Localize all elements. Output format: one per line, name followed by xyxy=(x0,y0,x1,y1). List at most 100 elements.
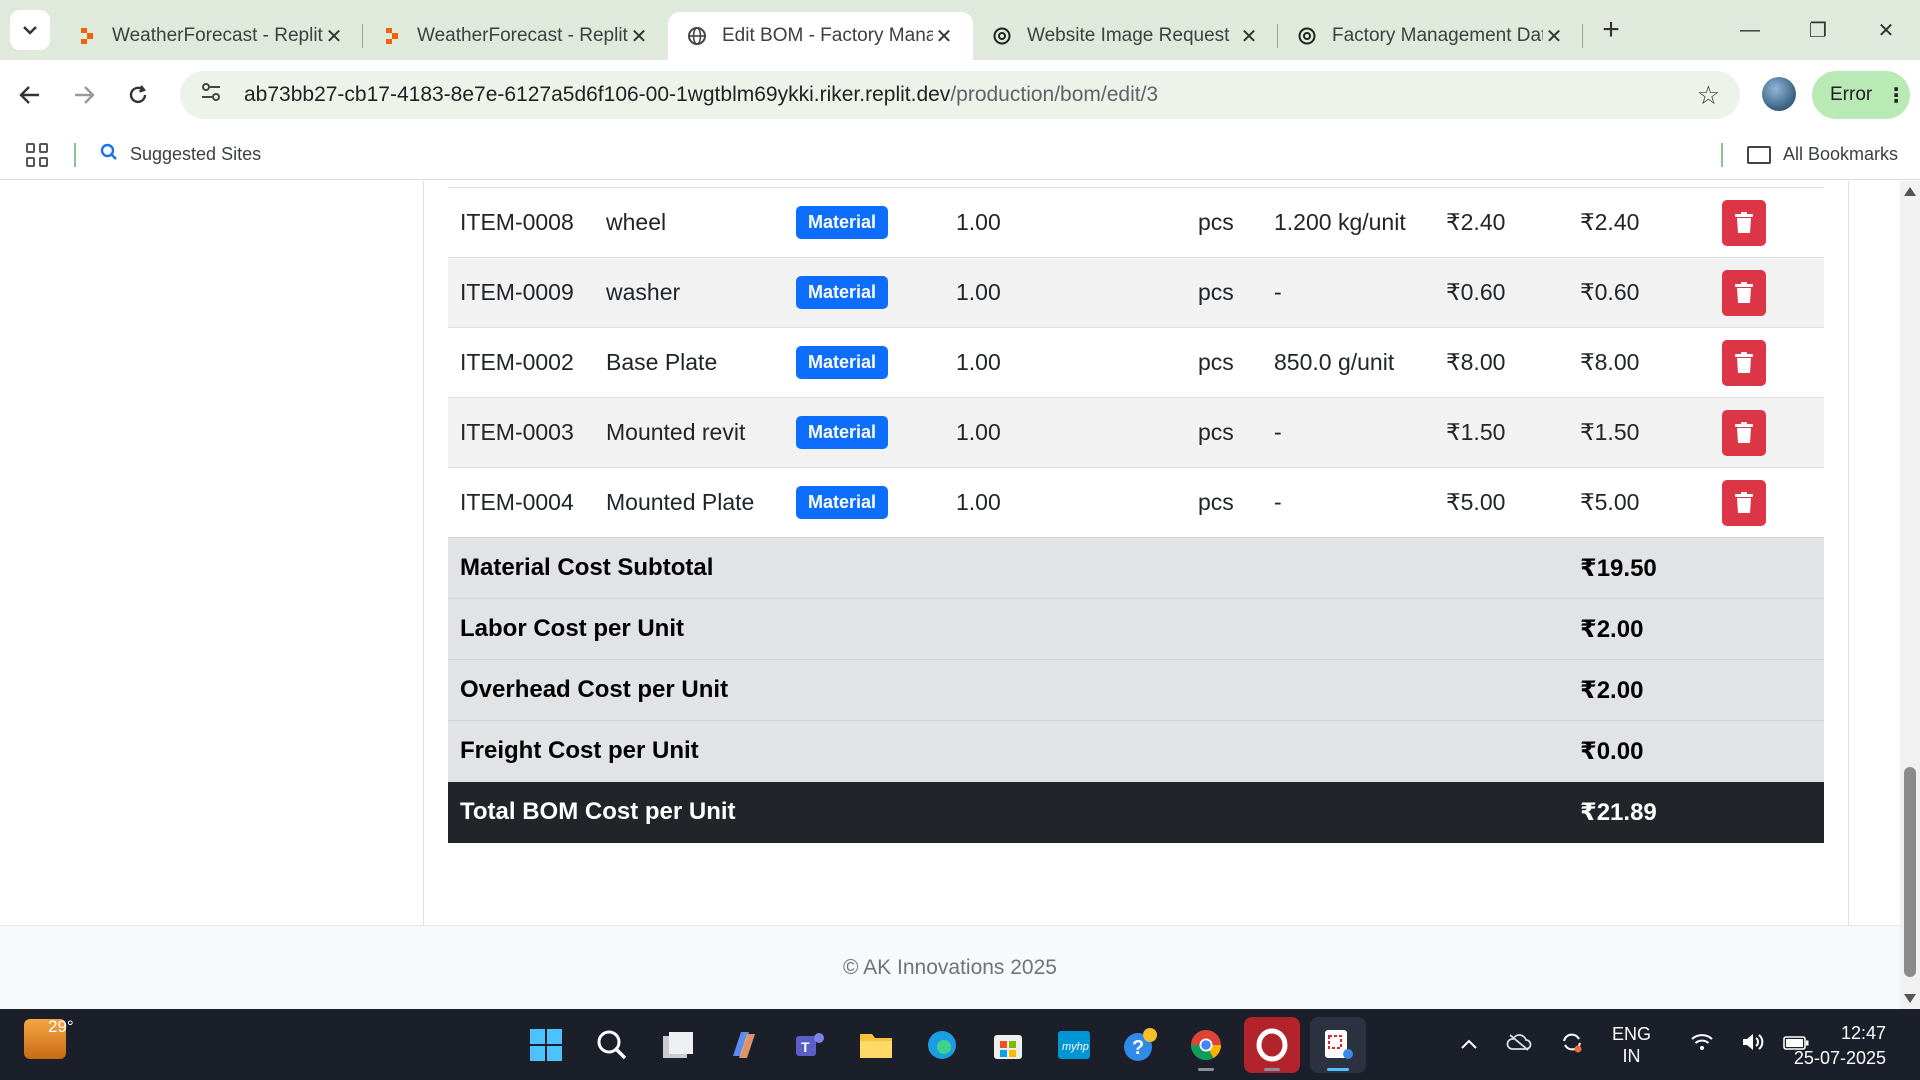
delete-item-button[interactable] xyxy=(1722,199,1766,246)
chrome-app[interactable] xyxy=(1178,1017,1234,1073)
copyright-text: © AK Innovations 2025 xyxy=(843,955,1057,979)
taskbar-search-button[interactable] xyxy=(584,1017,640,1073)
volume-icon[interactable] xyxy=(1741,1032,1765,1057)
new-tab-button[interactable]: + xyxy=(1591,10,1631,50)
url-path: /production/bom/edit/3 xyxy=(950,83,1159,106)
minimize-button[interactable]: — xyxy=(1716,0,1784,60)
item-qty-cell: 1.00 xyxy=(944,257,1186,328)
windows-icon xyxy=(530,1029,562,1061)
restore-button[interactable]: ❐ xyxy=(1784,0,1852,60)
item-unit-cost-cell: ₹1.50 xyxy=(1434,397,1568,468)
reload-button[interactable] xyxy=(114,71,162,119)
item-code-cell: ITEM-0002 xyxy=(448,327,594,398)
wifi-icon[interactable] xyxy=(1691,1033,1713,1056)
tab-edit-bom[interactable]: Edit BOM - Factory Mana ✕ xyxy=(668,12,973,60)
system-tray: ENG IN xyxy=(1460,1009,1837,1080)
apps-grid-icon[interactable] xyxy=(26,142,50,167)
forward-button[interactable] xyxy=(60,71,108,119)
arrow-left-icon xyxy=(19,86,39,104)
delete-item-button[interactable] xyxy=(1722,409,1766,456)
item-weight-cell: - xyxy=(1262,257,1434,328)
tab-search-menu-button[interactable] xyxy=(10,10,50,50)
profile-error-button[interactable]: Error ⋮ xyxy=(1812,71,1910,119)
delete-item-button[interactable] xyxy=(1722,479,1766,526)
opera-app[interactable] xyxy=(1244,1017,1300,1073)
avatar[interactable] xyxy=(1762,77,1796,111)
language-indicator[interactable]: ENG IN xyxy=(1612,1023,1651,1067)
item-actions-cell xyxy=(1710,467,1824,538)
item-actions-cell xyxy=(1710,327,1824,398)
site-settings-icon[interactable] xyxy=(200,82,230,108)
item-type-cell: Material xyxy=(784,397,944,468)
help-app[interactable]: ? xyxy=(1112,1017,1168,1073)
scroll-up-icon[interactable] xyxy=(1904,187,1916,196)
start-button[interactable] xyxy=(518,1017,574,1073)
search-icon xyxy=(100,143,118,166)
item-unit-cost-cell: ₹2.40 xyxy=(1434,187,1568,258)
tab-title: Factory Management Dat xyxy=(1332,25,1543,46)
close-icon[interactable]: ✕ xyxy=(1238,24,1260,49)
item-code-cell: ITEM-0003 xyxy=(448,397,594,468)
bookmark-suggested-sites[interactable]: Suggested Sites xyxy=(100,143,261,166)
close-icon[interactable]: ✕ xyxy=(933,24,955,49)
task-view-button[interactable] xyxy=(650,1017,706,1073)
openai-icon xyxy=(1296,25,1318,47)
chevron-up-icon[interactable] xyxy=(1460,1034,1478,1055)
close-icon[interactable]: ✕ xyxy=(628,24,650,49)
bookmark-star-icon[interactable]: ☆ xyxy=(1697,80,1720,111)
tab-factory-management[interactable]: Factory Management Dat ✕ xyxy=(1278,12,1583,60)
item-total-cell: ₹8.00 xyxy=(1568,327,1710,398)
help-icon: ? xyxy=(1124,1028,1157,1061)
onedrive-icon[interactable] xyxy=(1506,1033,1532,1056)
total-bom-cost-row: Total BOM Cost per Unit ₹21.89 xyxy=(448,781,1824,843)
delete-item-button[interactable] xyxy=(1722,339,1766,386)
close-icon[interactable]: ✕ xyxy=(323,24,345,49)
item-type-cell: Material xyxy=(784,257,944,328)
close-window-button[interactable]: ✕ xyxy=(1852,0,1920,60)
tab-title: Website Image Request xyxy=(1027,25,1230,46)
svg-text:T: T xyxy=(801,1039,810,1055)
item-weight-cell: - xyxy=(1262,467,1434,538)
tab-weatherforecast-1[interactable]: WeatherForecast - Replit ✕ xyxy=(58,12,363,60)
myhp-icon: myhp xyxy=(1058,1031,1090,1059)
item-unit-cell: pcs xyxy=(1186,257,1262,328)
type-badge: Material xyxy=(796,276,889,309)
all-bookmarks-button[interactable]: All Bookmarks xyxy=(1720,142,1898,167)
back-button[interactable] xyxy=(6,71,54,119)
url-bar[interactable]: ab73bb27-cb17-4183-8e7e-6127a5d6f106-00-… xyxy=(180,71,1740,119)
item-unit-cost-cell: ₹5.00 xyxy=(1434,467,1568,538)
item-code-cell: ITEM-0009 xyxy=(448,257,594,328)
snipping-tool-app[interactable] xyxy=(1310,1017,1366,1073)
item-qty-cell: 1.00 xyxy=(944,397,1186,468)
teams-app[interactable]: T xyxy=(782,1017,838,1073)
copilot-app[interactable] xyxy=(716,1017,772,1073)
item-unit-cost-cell: ₹0.60 xyxy=(1434,257,1568,328)
reload-icon xyxy=(129,85,147,104)
clock[interactable]: 12:47 25-07-2025 xyxy=(1794,1021,1886,1071)
tab-website-image-request[interactable]: Website Image Request ✕ xyxy=(973,12,1278,60)
item-actions-cell xyxy=(1710,187,1824,258)
myhp-app[interactable]: myhp xyxy=(1046,1017,1102,1073)
tab-title: Edit BOM - Factory Mana xyxy=(722,25,933,46)
total-value: ₹21.89 xyxy=(1568,781,1824,843)
page-scrollbar[interactable] xyxy=(1900,181,1920,1009)
file-explorer-app[interactable] xyxy=(848,1017,904,1073)
edge-app[interactable] xyxy=(914,1017,970,1073)
bom-items-table: ITEM-0008 wheel Material 1.00 pcs 1.200 kg/un… xyxy=(448,187,1824,843)
trash-icon xyxy=(1735,211,1753,233)
delete-item-button[interactable] xyxy=(1722,269,1766,316)
store-app[interactable] xyxy=(980,1017,1036,1073)
item-total-cell: ₹2.40 xyxy=(1568,187,1710,258)
sync-icon[interactable] xyxy=(1560,1030,1584,1059)
summary-label: Material Cost Subtotal xyxy=(448,537,1568,599)
tab-weatherforecast-2[interactable]: WeatherForecast - Replit ✕ xyxy=(363,12,668,60)
scroll-down-icon[interactable] xyxy=(1904,994,1916,1003)
item-qty-cell: 1.00 xyxy=(944,327,1186,398)
cost-summary-row: Overhead Cost per Unit ₹2.00 xyxy=(448,659,1824,721)
scrollbar-thumb[interactable] xyxy=(1904,767,1916,977)
item-code-cell: ITEM-0004 xyxy=(448,467,594,538)
cost-summary-row: Material Cost Subtotal ₹19.50 xyxy=(448,537,1824,599)
close-icon[interactable]: ✕ xyxy=(1543,24,1565,49)
error-label: Error xyxy=(1830,84,1873,105)
weather-widget[interactable]: 29° xyxy=(24,1017,74,1059)
